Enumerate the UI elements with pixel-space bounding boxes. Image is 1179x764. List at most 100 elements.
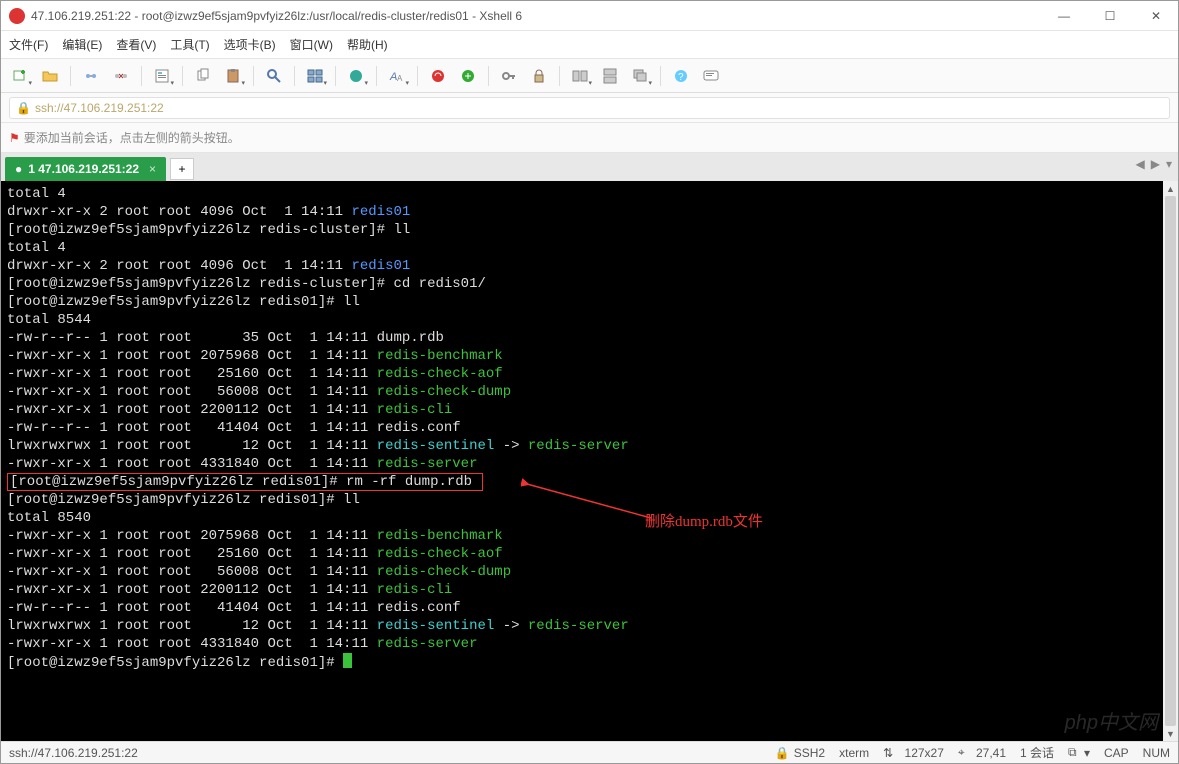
scroll-up-button[interactable]: ▲	[1163, 181, 1178, 196]
status-cap: CAP	[1104, 746, 1129, 760]
terminal-line: total 8544	[7, 311, 1172, 329]
find-button[interactable]	[261, 64, 287, 88]
tab-label: 1 47.106.219.251:22	[28, 162, 139, 176]
terminal-line: -rwxr-xr-x 1 root root 4331840 Oct 1 14:…	[7, 455, 1172, 473]
menu-tools[interactable]: 工具(T)	[170, 36, 209, 53]
address-input[interactable]: 🔒 ssh://47.106.219.251:22	[9, 97, 1170, 119]
copy-button[interactable]	[190, 64, 216, 88]
address-text: ssh://47.106.219.251:22	[35, 101, 164, 115]
terminal-line: total 4	[7, 239, 1172, 257]
terminal-line: total 8540	[7, 509, 1172, 527]
menu-file[interactable]: 文件(F)	[9, 36, 48, 53]
compose-bar-button[interactable]	[698, 64, 724, 88]
xagent-button[interactable]	[425, 64, 451, 88]
lock-icon: 🔒	[775, 746, 790, 760]
tab-list-button[interactable]: ▾	[1166, 157, 1172, 171]
terminal-line: -rw-r--r-- 1 root root 41404 Oct 1 14:11…	[7, 599, 1172, 617]
close-window-button[interactable]: ✕	[1142, 9, 1170, 23]
terminal-line: -rwxr-xr-x 1 root root 2200112 Oct 1 14:…	[7, 581, 1172, 599]
titlebar: 47.106.219.251:22 - root@izwz9ef5sjam9pv…	[1, 1, 1178, 31]
terminal-scrollbar[interactable]: ▲ ▼	[1163, 181, 1178, 741]
menu-help[interactable]: 帮助(H)	[347, 36, 388, 53]
menu-tabs[interactable]: 选项卡(B)	[224, 36, 276, 53]
key-manager-button[interactable]	[496, 64, 522, 88]
scroll-down-button[interactable]: ▼	[1163, 726, 1178, 741]
terminal-line: -rwxr-xr-x 1 root root 2075968 Oct 1 14:…	[7, 527, 1172, 545]
terminal-line: [root@izwz9ef5sjam9pvfyiz26lz redis-clus…	[7, 275, 1172, 293]
coord-icon: ⌖	[958, 745, 965, 760]
terminal-line: lrwxrwxrwx 1 root root 12 Oct 1 14:11 re…	[7, 437, 1172, 455]
lock-icon: 🔒	[16, 101, 31, 115]
session-tab-active[interactable]: ● 1 47.106.219.251:22 ×	[5, 157, 166, 181]
new-session-button[interactable]: ▾	[7, 64, 33, 88]
arrows-icon: ⇅	[883, 746, 893, 760]
properties-button[interactable]: ▾	[149, 64, 175, 88]
session-tabs-icon: ⧉	[1068, 745, 1077, 760]
xftp-button[interactable]	[455, 64, 481, 88]
paste-button[interactable]: ▾	[220, 64, 246, 88]
terminal-line: -rwxr-xr-x 1 root root 25160 Oct 1 14:11…	[7, 365, 1172, 383]
svg-text:A: A	[397, 74, 403, 83]
terminal-line: -rwxr-xr-x 1 root root 56008 Oct 1 14:11…	[7, 383, 1172, 401]
layout-button[interactable]: ▾	[302, 64, 328, 88]
svg-text:?: ?	[678, 72, 684, 83]
status-plus-icon[interactable]: ▾	[1081, 746, 1090, 760]
terminal-line: [root@izwz9ef5sjam9pvfyiz26lz redis01]# …	[7, 473, 1172, 491]
maximize-button[interactable]: ☐	[1096, 9, 1124, 23]
terminal-line: -rwxr-xr-x 1 root root 2200112 Oct 1 14:…	[7, 401, 1172, 419]
terminal-line: -rwxr-xr-x 1 root root 4331840 Oct 1 14:…	[7, 635, 1172, 653]
terminal-line: -rwxr-xr-x 1 root root 56008 Oct 1 14:11…	[7, 563, 1172, 581]
minimize-button[interactable]: —	[1050, 9, 1078, 23]
window-title: 47.106.219.251:22 - root@izwz9ef5sjam9pv…	[31, 9, 1050, 23]
lock-button[interactable]	[526, 64, 552, 88]
terminal-line: [root@izwz9ef5sjam9pvfyiz26lz redis01]# …	[7, 293, 1172, 311]
tab-add-button[interactable]: +	[170, 158, 194, 180]
terminal-line: drwxr-xr-x 2 root root 4096 Oct 1 14:11 …	[7, 257, 1172, 275]
status-pos: 27,41	[976, 746, 1006, 760]
watermark: php中文网	[1065, 706, 1158, 735]
cursor	[343, 653, 352, 668]
font-button[interactable]: AA▾	[384, 64, 410, 88]
tab-close-button[interactable]: ×	[149, 162, 156, 176]
scroll-thumb[interactable]	[1165, 196, 1176, 726]
help-button[interactable]: ?	[668, 64, 694, 88]
terminal-line: -rw-r--r-- 1 root root 41404 Oct 1 14:11…	[7, 419, 1172, 437]
hint-bar: ⚑ 要添加当前会话，点击左侧的箭头按钮。	[1, 123, 1178, 153]
terminal-line: drwxr-xr-x 2 root root 4096 Oct 1 14:11 …	[7, 203, 1172, 221]
status-address: ssh://47.106.219.251:22	[9, 746, 138, 760]
color-scheme-button[interactable]: ▾	[343, 64, 369, 88]
flag-icon: ⚑	[9, 131, 20, 145]
status-bar: ssh://47.106.219.251:22 🔒 SSH2 xterm ⇅ 12…	[1, 741, 1178, 763]
tab-nav: ◀ ▶ ▾	[1136, 157, 1173, 171]
reconnect-button[interactable]	[78, 64, 104, 88]
cascade-button[interactable]: ▾	[627, 64, 653, 88]
toolbar: ▾ ▾ ▾ ▾ ▾ AA▾ ▾ ▾ ?	[1, 59, 1178, 93]
tile-vertical-button[interactable]	[597, 64, 623, 88]
tab-bar: ● 1 47.106.219.251:22 × + ◀ ▶ ▾	[1, 153, 1178, 181]
terminal-line: -rwxr-xr-x 1 root root 25160 Oct 1 14:11…	[7, 545, 1172, 563]
annotation-label: 删除dump.rdb文件	[645, 510, 763, 531]
status-num: NUM	[1143, 746, 1170, 760]
terminal-line: lrwxrwxrwx 1 root root 12 Oct 1 14:11 re…	[7, 617, 1172, 635]
bullet-icon: ●	[15, 162, 22, 176]
terminal-line: [root@izwz9ef5sjam9pvfyiz26lz redis01]# …	[7, 491, 1172, 509]
menu-window[interactable]: 窗口(W)	[290, 36, 333, 53]
menu-edit[interactable]: 编辑(E)	[62, 36, 102, 53]
tab-next-button[interactable]: ▶	[1151, 157, 1160, 171]
menu-view[interactable]: 查看(V)	[116, 36, 156, 53]
status-term: xterm	[839, 746, 869, 760]
hint-text: 要添加当前会话，点击左侧的箭头按钮。	[24, 129, 240, 146]
tile-horizontal-button[interactable]: ▾	[567, 64, 593, 88]
terminal-line: [root@izwz9ef5sjam9pvfyiz26lz redis01]#	[7, 653, 1172, 672]
terminal-line: -rw-r--r-- 1 root root 35 Oct 1 14:11 du…	[7, 329, 1172, 347]
status-conn: SSH2	[794, 746, 825, 760]
terminal-line: -rwxr-xr-x 1 root root 2075968 Oct 1 14:…	[7, 347, 1172, 365]
menubar: 文件(F) 编辑(E) 查看(V) 工具(T) 选项卡(B) 窗口(W) 帮助(…	[1, 31, 1178, 59]
app-icon	[9, 8, 25, 24]
disconnect-button[interactable]	[108, 64, 134, 88]
status-size: 127x27	[905, 746, 944, 760]
terminal-pane[interactable]: total 4drwxr-xr-x 2 root root 4096 Oct 1…	[1, 181, 1178, 741]
open-button[interactable]	[37, 64, 63, 88]
address-bar: 🔒 ssh://47.106.219.251:22	[1, 93, 1178, 123]
tab-prev-button[interactable]: ◀	[1136, 157, 1145, 171]
